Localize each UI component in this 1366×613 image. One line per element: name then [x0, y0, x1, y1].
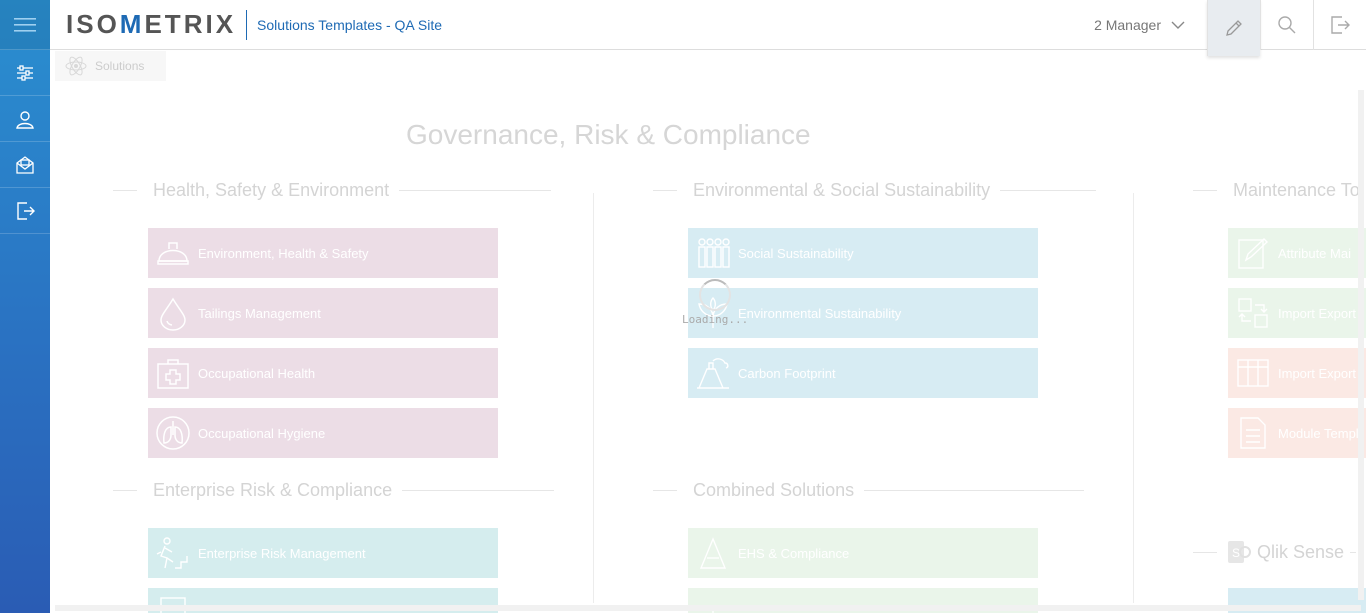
- edit-button[interactable]: [1207, 0, 1260, 56]
- qlik-sense-icon: S: [1228, 541, 1251, 563]
- pencil-icon: [1226, 19, 1242, 36]
- droplet-icon: [160, 297, 186, 331]
- tile-label: Import Export: [1278, 305, 1357, 321]
- section-title: Health, Safety & Environment: [153, 180, 390, 200]
- breadcrumb[interactable]: Solutions: [55, 51, 166, 81]
- sidebar-logout-button[interactable]: [0, 188, 50, 234]
- sliders-icon: [17, 64, 33, 81]
- factory-icon: [697, 358, 729, 389]
- role-label: 2 Manager: [1094, 16, 1161, 33]
- role-selector[interactable]: 2 Manager: [1094, 17, 1207, 33]
- column-divider: [1133, 193, 1134, 603]
- site-title: Solutions Templates - QA Site: [257, 16, 442, 33]
- section-title: Environmental & Social Sustainability: [693, 180, 991, 200]
- loading-text: Loading...: [682, 313, 749, 326]
- tile-occupational-health[interactable]: Occupational Health: [148, 348, 498, 398]
- tile-import-export-1[interactable]: Import Export: [1228, 288, 1366, 338]
- breadcrumb-label: Solutions: [95, 59, 145, 73]
- edit-form-icon: [1238, 238, 1269, 269]
- isometrix-logo[interactable]: ISOMETRIX: [66, 0, 236, 50]
- solutions-content: Governance, Risk & Compliance Health, Sa…: [50, 83, 1366, 613]
- people-group-icon: [698, 238, 730, 268]
- section-title: Qlik Sense: [1257, 541, 1345, 562]
- hamburger-menu-icon: [14, 17, 36, 32]
- tile-label: Import Export: [1278, 365, 1357, 381]
- section-header-hse: Health, Safety & Environment: [113, 180, 552, 201]
- tile-enterprise-risk-management[interactable]: Enterprise Risk Management: [148, 528, 498, 578]
- tile-label: Occupational Health: [198, 365, 316, 381]
- page-title: Governance, Risk & Compliance: [406, 119, 811, 150]
- hard-hat-icon: [157, 242, 189, 265]
- exit-icon: [1331, 15, 1350, 34]
- logout-icon: [17, 201, 35, 220]
- section-title: Maintenance To: [1233, 180, 1360, 200]
- tile-label: Environmental Sustainability: [738, 305, 902, 321]
- tile-occupational-hygiene[interactable]: Occupational Hygiene: [148, 408, 498, 458]
- user-icon: [16, 110, 34, 129]
- horizontal-scrollbar[interactable]: [55, 605, 1361, 611]
- section-title: Enterprise Risk & Compliance: [153, 480, 393, 500]
- top-right-controls: 2 Manager: [1094, 0, 1366, 56]
- section-header-erc: Enterprise Risk & Compliance: [113, 480, 555, 501]
- svg-text:S: S: [1232, 546, 1240, 560]
- tile-social-sustainability[interactable]: Social Sustainability: [688, 228, 1038, 278]
- tile-label: Enterprise Risk Management: [198, 545, 366, 561]
- left-sidebar: [0, 0, 50, 613]
- sidebar-user-button[interactable]: [0, 96, 50, 142]
- tile-attribute-maintenance[interactable]: Attribute Mai: [1228, 228, 1366, 278]
- column-divider: [593, 193, 594, 603]
- search-button[interactable]: [1260, 0, 1313, 50]
- section-header-combined: Combined Solutions: [653, 480, 1085, 501]
- lungs-icon: [156, 416, 190, 450]
- sidebar-settings-button[interactable]: [0, 50, 50, 96]
- mail-icon: [16, 155, 34, 174]
- first-aid-kit-icon: [157, 359, 189, 389]
- loading-indicator: Loading...: [682, 279, 748, 326]
- chevron-down-icon: [1171, 21, 1185, 29]
- tile-label: Module Templ: [1278, 425, 1359, 441]
- tile-carbon-footprint[interactable]: Carbon Footprint: [688, 348, 1038, 398]
- sidebar-mail-button[interactable]: [0, 142, 50, 188]
- search-icon: [1278, 15, 1296, 33]
- tile-label: Carbon Footprint: [738, 365, 836, 381]
- transfer-icon: [1238, 298, 1268, 328]
- tile-label: Occupational Hygiene: [198, 425, 326, 441]
- tile-tailings-management[interactable]: Tailings Management: [148, 288, 498, 338]
- section-title: Combined Solutions: [693, 480, 855, 500]
- triangle-icon: [699, 537, 727, 569]
- section-header-ess: Environmental & Social Sustainability: [653, 180, 1097, 201]
- table-icon: [1237, 359, 1269, 387]
- tile-label: Tailings Management: [198, 305, 321, 321]
- tile-label: EHS & Compliance: [738, 545, 850, 561]
- logo-divider: [246, 9, 248, 40]
- tile-module-template[interactable]: Module Templ: [1228, 408, 1366, 458]
- atom-icon: [65, 56, 87, 76]
- tile-ehs-compliance[interactable]: EHS & Compliance: [688, 528, 1038, 578]
- hamburger-menu-button[interactable]: [0, 0, 50, 50]
- tile-import-export-2[interactable]: Import Export: [1228, 348, 1366, 398]
- tile-label: Attribute Mai: [1278, 245, 1351, 261]
- tile-label: Environment, Health & Safety: [198, 245, 369, 261]
- spinner-icon: [699, 279, 732, 311]
- logo-text: ISOMETRIX: [66, 9, 237, 39]
- tile-environment-health-safety[interactable]: Environment, Health & Safety: [148, 228, 498, 278]
- vertical-scrollbar[interactable]: [1358, 90, 1364, 600]
- exit-button[interactable]: [1313, 0, 1366, 50]
- section-header-qlik: S Qlik Sense: [1193, 540, 1357, 564]
- document-icon: [1240, 417, 1266, 449]
- tile-label: Social Sustainability: [738, 245, 854, 261]
- section-header-maintenance: Maintenance To: [1193, 180, 1360, 201]
- top-bar: ISOMETRIX Solutions Templates - QA Site …: [50, 0, 1366, 56]
- running-man-stairs-icon: [156, 537, 188, 569]
